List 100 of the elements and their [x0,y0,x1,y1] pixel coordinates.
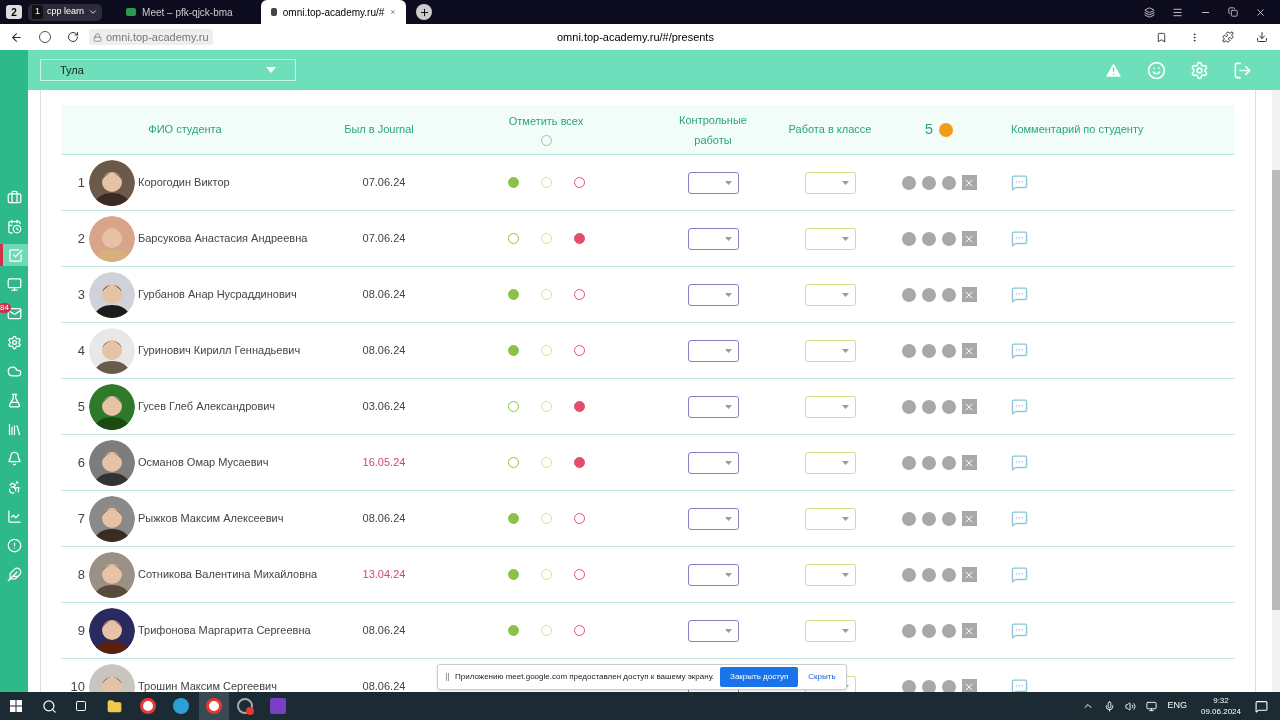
grade-select[interactable] [687,563,739,586]
coin-icon[interactable] [901,679,916,692]
recorder-icon[interactable] [237,698,253,714]
attendance-radio[interactable] [507,513,519,524]
microphone-icon[interactable] [1104,700,1116,712]
coin-icon[interactable] [901,567,916,582]
coin-icon[interactable] [901,287,916,302]
browser-icon[interactable] [140,698,156,714]
coin-icon[interactable] [941,511,956,526]
coin-icon[interactable] [921,567,936,582]
grade-select[interactable] [687,451,739,474]
coin-icon[interactable] [901,175,916,190]
coin-icon[interactable] [921,287,936,302]
comment-icon[interactable] [1011,230,1028,247]
clear-icon[interactable] [961,287,977,302]
windows-icon[interactable] [10,700,22,712]
browser-tab[interactable]: Meet – pfk-qjck-bma [116,0,262,24]
stop-sharing-button[interactable]: Закрыть доступ [720,667,799,687]
address-field[interactable]: omni.top-academy.ru [89,29,213,45]
coin-icon[interactable] [941,287,956,302]
attendance-radio[interactable] [507,289,519,300]
download-icon[interactable] [1256,31,1268,43]
comment-icon[interactable] [1011,510,1028,527]
comment-icon[interactable] [1011,678,1028,692]
attendance-radio[interactable] [573,401,585,412]
coin-icon[interactable] [941,623,956,638]
comment-icon[interactable] [1011,398,1028,415]
grip-icon[interactable] [446,673,449,681]
settings-icon[interactable] [1190,60,1209,80]
clear-icon[interactable] [961,343,977,358]
coin-icon[interactable] [901,455,916,470]
coin-icon[interactable] [941,679,956,692]
reload-icon[interactable] [67,31,79,43]
clear-icon[interactable] [961,567,977,582]
network-icon[interactable] [1146,700,1158,712]
new-tab-icon[interactable] [418,6,430,18]
coin-icon[interactable] [941,175,956,190]
extensions-icon[interactable] [1222,31,1234,43]
grade-select[interactable] [687,339,739,362]
coin-icon[interactable] [921,455,936,470]
tabs-icon[interactable] [1144,6,1155,18]
coin-icon[interactable] [921,511,936,526]
coin-icon[interactable] [921,343,936,358]
logout-icon[interactable] [1233,60,1252,80]
coin-icon[interactable] [921,399,936,414]
clear-icon[interactable] [961,455,977,470]
attendance-radio[interactable] [507,345,519,356]
city-select[interactable]: Тула [40,59,296,81]
attendance-radio[interactable] [507,177,519,188]
coin-icon[interactable] [901,343,916,358]
sidebar-item[interactable] [0,244,28,266]
language-indicator[interactable]: ENG [1167,699,1187,713]
grade-select[interactable] [687,283,739,306]
browser-icon[interactable] [199,692,229,720]
grade-select[interactable] [687,395,739,418]
attendance-radio[interactable] [507,625,519,636]
back-icon[interactable] [10,30,23,44]
close-icon[interactable] [1255,6,1266,18]
coin-icon[interactable] [921,623,936,638]
coin-icon[interactable] [941,231,956,246]
sidebar-item[interactable]: 84 [0,302,28,324]
coin-icon[interactable] [921,679,936,692]
grade-select[interactable] [687,507,739,530]
coin-icon[interactable] [941,455,956,470]
search-icon[interactable] [42,698,57,714]
comment-icon[interactable] [1011,286,1028,303]
grade-select[interactable] [687,619,739,642]
restore-icon[interactable] [1228,7,1238,17]
coin-icon[interactable] [941,567,956,582]
hide-button[interactable]: Скрыть [804,671,840,683]
smile-icon[interactable] [1147,60,1166,80]
clear-icon[interactable] [961,175,977,190]
menu-icon[interactable] [1172,6,1183,18]
coin-icon[interactable] [901,399,916,414]
volume-icon[interactable] [1125,700,1137,712]
coin-icon[interactable] [941,343,956,358]
task-view-icon[interactable] [75,700,87,712]
clear-icon[interactable] [961,623,977,638]
grade-select[interactable] [687,227,739,250]
coin-icon[interactable] [921,231,936,246]
clear-icon[interactable] [961,679,977,692]
attendance-radio[interactable] [573,233,585,244]
attendance-radio[interactable] [573,457,585,468]
comment-icon[interactable] [1011,622,1028,639]
scrollbar[interactable] [1272,90,1280,692]
clock[interactable]: 9:32 09.06.2024 [1200,695,1241,717]
comment-icon[interactable] [1011,342,1028,359]
bookmark-icon[interactable] [1156,31,1167,43]
comment-icon[interactable] [1011,454,1028,471]
folder-icon[interactable] [107,698,122,714]
comment-icon[interactable] [1011,174,1028,191]
clear-icon[interactable] [961,511,977,526]
tab-group[interactable]: 1 cpp learn [28,3,103,21]
attendance-radio[interactable] [507,569,519,580]
coin-icon[interactable] [941,399,956,414]
comment-icon[interactable] [1011,566,1028,583]
clear-icon[interactable] [961,231,977,246]
browser-tab[interactable]: omni.top-academy.ru/# [261,0,407,24]
coin-icon[interactable] [901,231,916,246]
workspace-badge[interactable]: 2 [6,5,22,19]
